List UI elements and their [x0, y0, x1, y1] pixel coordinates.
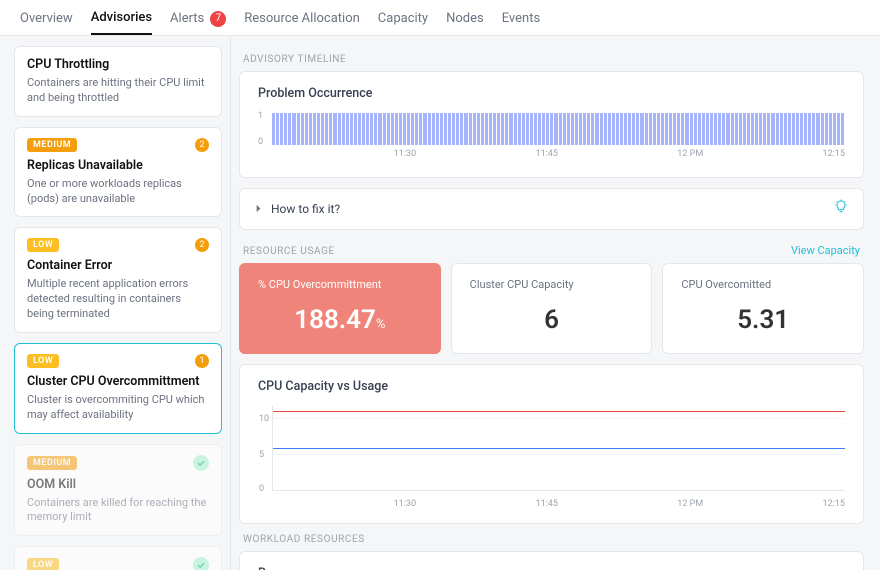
cap-ytick: 0 — [259, 484, 264, 494]
tab-alerts-label: Alerts — [170, 11, 204, 26]
stat-label: Cluster CPU Capacity — [470, 278, 634, 291]
cap-ytick: 10 — [259, 414, 269, 424]
advisory-card-replicas[interactable]: MEDIUM 2 Replicas Unavailable One or mor… — [14, 127, 222, 218]
how-to-fix-label: How to fix it? — [271, 202, 340, 216]
timeline-section-label: ADVISORY TIMELINE — [243, 54, 860, 65]
capacity-line-blue — [273, 448, 845, 449]
severity-badge: MEDIUM — [27, 138, 77, 152]
capacity-panel: CPU Capacity vs Usage 10 5 0 . 11:30 11:… — [239, 364, 864, 524]
timeline-xtick: 11:45 — [536, 149, 558, 159]
timeline-xaxis: . 11:30 11:45 12 PM 12:15 — [272, 145, 845, 159]
advisory-desc: Multiple recent application errors detec… — [27, 277, 209, 322]
advisory-title: Cluster CPU Overcommittment — [27, 374, 209, 389]
advisory-desc: One or more workloads replicas (pods) ar… — [27, 177, 209, 207]
advisory-sidebar: CPU Throttling Containers are hitting th… — [0, 36, 230, 570]
advisory-count: 1 — [195, 354, 209, 368]
workload-section-label: WORKLOAD RESOURCES — [243, 534, 860, 545]
cap-xtick: 12 PM — [677, 499, 703, 509]
workload-panel: Resources Namespace Total CPU Limit CPU … — [239, 551, 864, 570]
main-pane: ADVISORY TIMELINE Problem Occurrence 1 0… — [230, 36, 880, 570]
advisory-card-cpu-overcommit[interactable]: LOW 1 Cluster CPU Overcommittment Cluste… — [14, 343, 222, 434]
severity-badge: LOW — [27, 238, 59, 252]
stat-value: 188.47% — [258, 305, 422, 335]
stat-value: 5.31 — [681, 305, 845, 335]
view-capacity-link[interactable]: View Capacity — [791, 244, 860, 257]
stat-cpu-overcommitted: CPU Overcomitted 5.31 — [662, 263, 864, 354]
capacity-line-red — [273, 411, 845, 412]
tab-overview[interactable]: Overview — [20, 10, 73, 35]
tab-resource-allocation[interactable]: Resource Allocation — [244, 10, 360, 35]
capacity-chart: 10 5 0 — [272, 406, 845, 491]
timeline-title: Problem Occurrence — [258, 86, 845, 101]
stat-row: % CPU Overcommittment 188.47% Cluster CP… — [239, 263, 864, 354]
tab-capacity[interactable]: Capacity — [378, 10, 428, 35]
chevron-right-icon — [254, 202, 263, 216]
workload-title: Resources — [258, 566, 845, 570]
advisory-title: Container Error — [27, 258, 209, 273]
check-icon — [193, 455, 209, 471]
advisory-desc: Containers are hitting their CPU limit a… — [27, 76, 209, 106]
timeline-bars — [272, 113, 845, 145]
stat-label: % CPU Overcommittment — [258, 278, 422, 291]
lightbulb-icon — [833, 199, 849, 219]
advisory-desc: Cluster is overcommiting CPU which may a… — [27, 393, 209, 423]
tab-nodes[interactable]: Nodes — [446, 10, 484, 35]
advisory-title: CPU Throttling — [27, 57, 209, 72]
resource-usage-label: RESOURCE USAGE — [243, 246, 335, 257]
advisory-count: 2 — [195, 138, 209, 152]
alerts-badge: 7 — [210, 11, 226, 27]
check-icon — [193, 557, 209, 570]
timeline-ytick: 0 — [258, 137, 263, 147]
timeline-chart: 1 0 . 11:30 11:45 12 PM 12:15 — [258, 113, 845, 163]
severity-badge: LOW — [27, 558, 59, 570]
cap-xtick: 12:15 — [823, 499, 845, 509]
stat-cpu-overcommit-pct: % CPU Overcommittment 188.47% — [239, 263, 441, 354]
timeline-panel: Problem Occurrence 1 0 . 11:30 11:45 12 … — [239, 71, 864, 178]
advisory-title: OOM Kill — [27, 477, 209, 492]
cap-xtick: 11:30 — [394, 499, 416, 509]
timeline-xtick: 12 PM — [677, 149, 703, 159]
capacity-title: CPU Capacity vs Usage — [258, 379, 845, 394]
cap-xtick: 11:45 — [536, 499, 558, 509]
tab-advisories[interactable]: Advisories — [91, 10, 152, 35]
cap-ytick: 5 — [259, 450, 264, 460]
how-to-fix-toggle[interactable]: How to fix it? — [239, 188, 864, 230]
advisory-count: 2 — [195, 238, 209, 252]
severity-badge: LOW — [27, 354, 59, 368]
tabs-bar: Overview Advisories Alerts 7 Resource Al… — [0, 0, 880, 36]
capacity-xaxis: . 11:30 11:45 12 PM 12:15 — [272, 495, 845, 509]
stat-label: CPU Overcomitted — [681, 278, 845, 291]
stat-value: 6 — [470, 305, 634, 335]
advisory-desc: Containers are killed for reaching the m… — [27, 496, 209, 526]
tab-events[interactable]: Events — [502, 10, 540, 35]
advisory-card-mem-overcommit[interactable]: LOW Cluster Memory Overcommittment Clust… — [14, 546, 222, 570]
timeline-xtick: 11:30 — [394, 149, 416, 159]
timeline-ytick: 1 — [258, 111, 263, 121]
advisory-card-cpu-throttling[interactable]: CPU Throttling Containers are hitting th… — [14, 46, 222, 117]
timeline-xtick: 12:15 — [823, 149, 845, 159]
advisory-card-container-error[interactable]: LOW 2 Container Error Multiple recent ap… — [14, 227, 222, 333]
advisory-card-oom-kill[interactable]: MEDIUM OOM Kill Containers are killed fo… — [14, 444, 222, 537]
tab-alerts[interactable]: Alerts 7 — [170, 10, 226, 35]
advisory-title: Replicas Unavailable — [27, 158, 209, 173]
severity-badge: MEDIUM — [27, 456, 77, 470]
stat-cluster-cpu-capacity: Cluster CPU Capacity 6 — [451, 263, 653, 354]
